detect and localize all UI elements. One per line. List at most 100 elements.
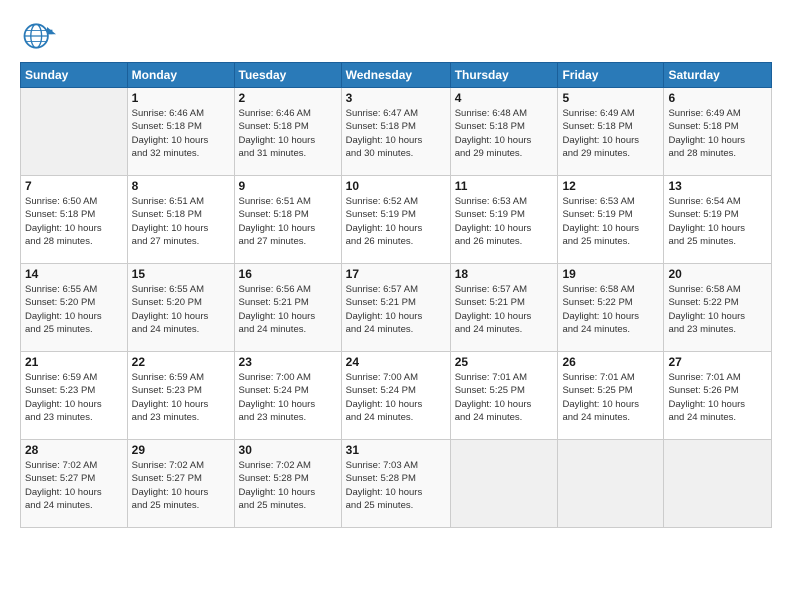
header-cell-wednesday: Wednesday — [341, 63, 450, 88]
header-cell-thursday: Thursday — [450, 63, 558, 88]
day-info: Sunrise: 7:00 AM Sunset: 5:24 PM Dayligh… — [239, 371, 337, 424]
day-number: 2 — [239, 91, 337, 105]
day-info: Sunrise: 6:58 AM Sunset: 5:22 PM Dayligh… — [668, 283, 767, 336]
day-number: 25 — [455, 355, 554, 369]
day-cell: 9 Sunrise: 6:51 AM Sunset: 5:18 PM Daylig… — [234, 176, 341, 264]
day-cell: 19Sunrise: 6:58 AM Sunset: 5:22 PM Dayli… — [558, 264, 664, 352]
day-number: 9 — [239, 179, 337, 193]
day-cell: 3 Sunrise: 6:47 AM Sunset: 5:18 PM Daylig… — [341, 88, 450, 176]
day-info: Sunrise: 6:54 AM Sunset: 5:19 PM Dayligh… — [668, 195, 767, 248]
day-cell: 15Sunrise: 6:55 AM Sunset: 5:20 PM Dayli… — [127, 264, 234, 352]
day-number: 30 — [239, 443, 337, 457]
day-number: 20 — [668, 267, 767, 281]
day-number: 18 — [455, 267, 554, 281]
day-number: 5 — [562, 91, 659, 105]
day-number: 8 — [132, 179, 230, 193]
day-info: Sunrise: 6:48 AM Sunset: 5:18 PM Dayligh… — [455, 107, 554, 160]
day-cell — [450, 440, 558, 528]
header-cell-monday: Monday — [127, 63, 234, 88]
day-info: Sunrise: 6:51 AM Sunset: 5:18 PM Dayligh… — [132, 195, 230, 248]
logo-icon — [20, 18, 56, 54]
day-number: 3 — [346, 91, 446, 105]
day-cell: 13 Sunrise: 6:54 AM Sunset: 5:19 PM Dayli… — [664, 176, 772, 264]
calendar: SundayMondayTuesdayWednesdayThursdayFrid… — [20, 62, 772, 528]
day-cell: 20 Sunrise: 6:58 AM Sunset: 5:22 PM Dayli… — [664, 264, 772, 352]
day-number: 6 — [668, 91, 767, 105]
day-cell: 7Sunrise: 6:50 AM Sunset: 5:18 PM Daylig… — [21, 176, 128, 264]
day-number: 13 — [668, 179, 767, 193]
week-row-4: 28 Sunrise: 7:02 AM Sunset: 5:27 PM Dayli… — [21, 440, 772, 528]
calendar-header: SundayMondayTuesdayWednesdayThursdayFrid… — [21, 63, 772, 88]
day-cell — [21, 88, 128, 176]
day-info: Sunrise: 7:02 AM Sunset: 5:27 PM Dayligh… — [25, 459, 123, 512]
page: SundayMondayTuesdayWednesdayThursdayFrid… — [0, 0, 792, 612]
day-cell: 26 Sunrise: 7:01 AM Sunset: 5:25 PM Dayli… — [558, 352, 664, 440]
day-info: Sunrise: 6:46 AM Sunset: 5:18 PM Dayligh… — [132, 107, 230, 160]
day-cell: 22 Sunrise: 6:59 AM Sunset: 5:23 PM Dayli… — [127, 352, 234, 440]
day-number: 26 — [562, 355, 659, 369]
day-info: Sunrise: 7:00 AM Sunset: 5:24 PM Dayligh… — [346, 371, 446, 424]
day-number: 29 — [132, 443, 230, 457]
day-cell: 31 Sunrise: 7:03 AM Sunset: 5:28 PM Dayli… — [341, 440, 450, 528]
day-info: Sunrise: 7:01 AM Sunset: 5:25 PM Dayligh… — [562, 371, 659, 424]
day-cell: 23 Sunrise: 7:00 AM Sunset: 5:24 PM Dayli… — [234, 352, 341, 440]
day-cell: 8 Sunrise: 6:51 AM Sunset: 5:18 PM Daylig… — [127, 176, 234, 264]
calendar-body: 1Sunrise: 6:46 AM Sunset: 5:18 PM Daylig… — [21, 88, 772, 528]
header-cell-tuesday: Tuesday — [234, 63, 341, 88]
day-info: Sunrise: 7:01 AM Sunset: 5:25 PM Dayligh… — [455, 371, 554, 424]
day-info: Sunrise: 6:49 AM Sunset: 5:18 PM Dayligh… — [562, 107, 659, 160]
day-number: 31 — [346, 443, 446, 457]
day-cell: 4 Sunrise: 6:48 AM Sunset: 5:18 PM Daylig… — [450, 88, 558, 176]
day-info: Sunrise: 6:47 AM Sunset: 5:18 PM Dayligh… — [346, 107, 446, 160]
day-cell: 14 Sunrise: 6:55 AM Sunset: 5:20 PM Dayli… — [21, 264, 128, 352]
header-cell-saturday: Saturday — [664, 63, 772, 88]
day-cell: 21 Sunrise: 6:59 AM Sunset: 5:23 PM Dayli… — [21, 352, 128, 440]
day-info: Sunrise: 6:55 AM Sunset: 5:20 PM Dayligh… — [25, 283, 123, 336]
day-info: Sunrise: 6:46 AM Sunset: 5:18 PM Dayligh… — [239, 107, 337, 160]
day-cell: 1Sunrise: 6:46 AM Sunset: 5:18 PM Daylig… — [127, 88, 234, 176]
day-cell — [664, 440, 772, 528]
day-info: Sunrise: 6:59 AM Sunset: 5:23 PM Dayligh… — [132, 371, 230, 424]
day-info: Sunrise: 6:56 AM Sunset: 5:21 PM Dayligh… — [239, 283, 337, 336]
header — [20, 18, 772, 54]
day-number: 10 — [346, 179, 446, 193]
day-number: 28 — [25, 443, 123, 457]
day-number: 16 — [239, 267, 337, 281]
day-number: 21 — [25, 355, 123, 369]
day-cell: 10Sunrise: 6:52 AM Sunset: 5:19 PM Dayli… — [341, 176, 450, 264]
day-info: Sunrise: 6:53 AM Sunset: 5:19 PM Dayligh… — [562, 195, 659, 248]
day-info: Sunrise: 7:01 AM Sunset: 5:26 PM Dayligh… — [668, 371, 767, 424]
day-cell: 25 Sunrise: 7:01 AM Sunset: 5:25 PM Dayli… — [450, 352, 558, 440]
day-number: 17 — [346, 267, 446, 281]
week-row-1: 7Sunrise: 6:50 AM Sunset: 5:18 PM Daylig… — [21, 176, 772, 264]
day-info: Sunrise: 6:59 AM Sunset: 5:23 PM Dayligh… — [25, 371, 123, 424]
day-cell: 18 Sunrise: 6:57 AM Sunset: 5:21 PM Dayli… — [450, 264, 558, 352]
day-number: 4 — [455, 91, 554, 105]
week-row-3: 21 Sunrise: 6:59 AM Sunset: 5:23 PM Dayli… — [21, 352, 772, 440]
day-info: Sunrise: 6:50 AM Sunset: 5:18 PM Dayligh… — [25, 195, 123, 248]
day-cell: 28 Sunrise: 7:02 AM Sunset: 5:27 PM Dayli… — [21, 440, 128, 528]
header-cell-sunday: Sunday — [21, 63, 128, 88]
day-number: 12 — [562, 179, 659, 193]
day-info: Sunrise: 7:02 AM Sunset: 5:28 PM Dayligh… — [239, 459, 337, 512]
day-info: Sunrise: 6:57 AM Sunset: 5:21 PM Dayligh… — [455, 283, 554, 336]
day-info: Sunrise: 6:57 AM Sunset: 5:21 PM Dayligh… — [346, 283, 446, 336]
day-number: 11 — [455, 179, 554, 193]
day-info: Sunrise: 6:49 AM Sunset: 5:18 PM Dayligh… — [668, 107, 767, 160]
day-cell: 24 Sunrise: 7:00 AM Sunset: 5:24 PM Dayli… — [341, 352, 450, 440]
day-info: Sunrise: 6:53 AM Sunset: 5:19 PM Dayligh… — [455, 195, 554, 248]
day-info: Sunrise: 6:58 AM Sunset: 5:22 PM Dayligh… — [562, 283, 659, 336]
header-cell-friday: Friday — [558, 63, 664, 88]
day-cell: 11 Sunrise: 6:53 AM Sunset: 5:19 PM Dayli… — [450, 176, 558, 264]
day-number: 23 — [239, 355, 337, 369]
day-number: 15 — [132, 267, 230, 281]
day-info: Sunrise: 6:51 AM Sunset: 5:18 PM Dayligh… — [239, 195, 337, 248]
day-cell: 12 Sunrise: 6:53 AM Sunset: 5:19 PM Dayli… — [558, 176, 664, 264]
week-row-2: 14 Sunrise: 6:55 AM Sunset: 5:20 PM Dayli… — [21, 264, 772, 352]
day-number: 24 — [346, 355, 446, 369]
day-number: 22 — [132, 355, 230, 369]
day-cell: 2 Sunrise: 6:46 AM Sunset: 5:18 PM Daylig… — [234, 88, 341, 176]
day-number: 14 — [25, 267, 123, 281]
day-info: Sunrise: 7:03 AM Sunset: 5:28 PM Dayligh… — [346, 459, 446, 512]
day-cell: 5 Sunrise: 6:49 AM Sunset: 5:18 PM Daylig… — [558, 88, 664, 176]
